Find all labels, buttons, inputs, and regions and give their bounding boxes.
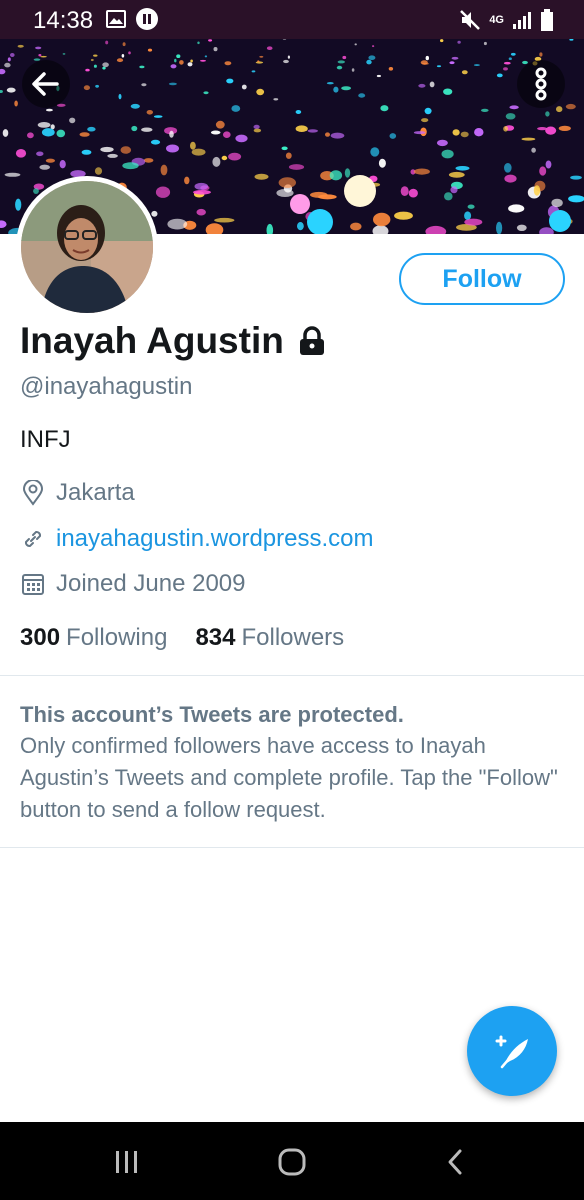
profile-joined-date: Joined June 2009 [20,570,246,598]
back-nav-button[interactable] [435,1146,475,1178]
battery-icon [541,9,553,31]
chevron-left-icon [448,1149,462,1175]
followers-stat[interactable]: 834 Followers [195,624,344,652]
status-time: 14:38 [33,7,94,34]
profile-handle: @inayahagustin [20,373,193,400]
website-link[interactable]: inayahagustin.wordpress.com [56,525,374,553]
display-name-text: Inayah Agustin [20,320,284,361]
mute-icon [460,10,481,30]
followers-label: Followers [241,624,345,651]
link-icon [20,526,46,552]
joined-text: Joined June 2009 [56,570,246,597]
follow-button[interactable]: Follow [399,253,565,305]
follow-stats: 300 Following 834 Followers [20,624,344,652]
followers-count: 834 [195,624,236,651]
following-count: 300 [20,624,61,651]
location-pin-icon [20,480,46,506]
protected-notice: This account’s Tweets are protected. Onl… [20,700,570,826]
avatar-photo [21,181,153,313]
pause-notification-icon [136,8,158,30]
status-bar: 14:38 4G [0,0,584,39]
protected-body: Only confirmed followers have access to … [20,733,558,822]
profile-location: Jakarta [20,479,135,507]
divider [0,847,584,848]
location-text: Jakarta [56,479,135,506]
following-stat[interactable]: 300 Following [20,624,167,652]
signal-icon [513,12,531,29]
system-navigation-bar [0,1122,584,1200]
protected-title: This account’s Tweets are protected. [20,702,404,727]
recent-apps-button[interactable] [107,1146,147,1178]
more-options-button[interactable] [517,60,565,108]
compose-tweet-button[interactable] [467,1006,557,1096]
back-button[interactable] [22,60,70,108]
display-name: Inayah Agustin [20,320,326,362]
home-button[interactable] [272,1146,312,1178]
gallery-notification-icon [106,10,126,28]
profile-bio: INFJ [20,426,71,453]
status-icons: 4G [459,8,554,32]
home-icon [278,1148,306,1176]
calendar-icon [20,571,46,597]
profile-avatar[interactable] [16,176,158,318]
divider [0,675,584,676]
profile-website[interactable]: inayahagustin.wordpress.com [20,525,374,553]
recent-apps-icon [116,1151,137,1173]
compose-feather-icon [495,1035,528,1069]
network-type-icon: 4G [489,13,504,26]
more-vertical-icon [535,67,547,101]
lock-icon [299,326,324,355]
arrow-left-icon [32,72,59,96]
following-label: Following [66,624,168,651]
